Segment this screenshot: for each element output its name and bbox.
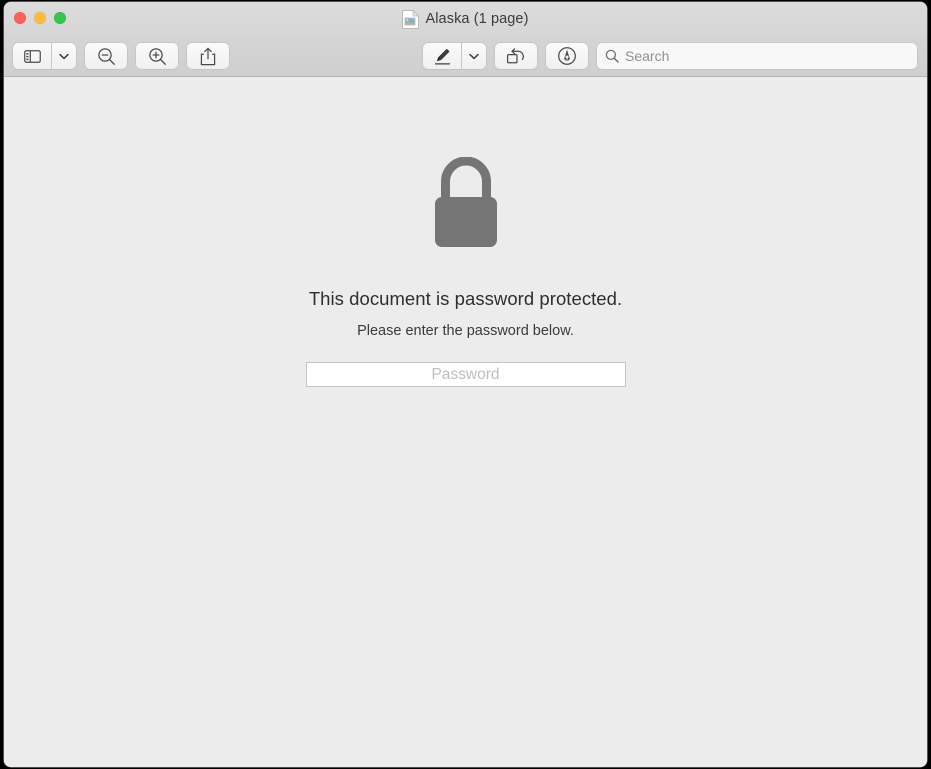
image-document-icon [402, 9, 420, 29]
sidebar-toggle-button[interactable] [13, 43, 76, 69]
chevron-down-icon[interactable] [461, 43, 486, 69]
chevron-down-icon[interactable] [51, 43, 76, 69]
zoom-in-icon [148, 47, 167, 66]
search-placeholder: Search [625, 48, 670, 64]
preview-window: Alaska (1 page) Search This document is … [4, 2, 927, 767]
maximize-button[interactable] [54, 12, 66, 24]
toolbar-left-group [13, 43, 229, 69]
zoom-out-button[interactable] [85, 43, 127, 69]
toolbar: Search [4, 36, 927, 77]
search-input[interactable]: Search [597, 43, 917, 69]
sidebar-icon [13, 43, 51, 69]
minimize-button[interactable] [34, 12, 46, 24]
traffic-lights [14, 12, 66, 24]
window-title-group: Alaska (1 page) [4, 2, 927, 36]
toolbar-right-group: Search [423, 43, 917, 69]
close-button[interactable] [14, 12, 26, 24]
search-icon [605, 49, 619, 63]
window-title: Alaska (1 page) [425, 11, 529, 27]
share-icon [200, 47, 216, 66]
rotate-button[interactable] [495, 43, 537, 69]
marker-pen-icon [423, 43, 461, 69]
zoom-out-icon [97, 47, 116, 66]
lock-closed-icon [432, 156, 500, 256]
password-protected-message: This document is password protected. [308, 288, 623, 309]
password-placeholder: Password [431, 365, 500, 383]
share-button[interactable] [187, 43, 229, 69]
document-content-area: This document is password protected. Ple… [4, 77, 927, 767]
annotate-button[interactable] [546, 43, 588, 69]
password-field[interactable]: Password [305, 362, 626, 387]
titlebar: Alaska (1 page) [4, 2, 927, 36]
markup-button[interactable] [423, 43, 486, 69]
zoom-in-button[interactable] [136, 43, 178, 69]
password-instruction-message: Please enter the password below. [357, 323, 574, 339]
pen-nib-circle-icon [557, 46, 577, 66]
rotate-left-icon [506, 47, 526, 66]
